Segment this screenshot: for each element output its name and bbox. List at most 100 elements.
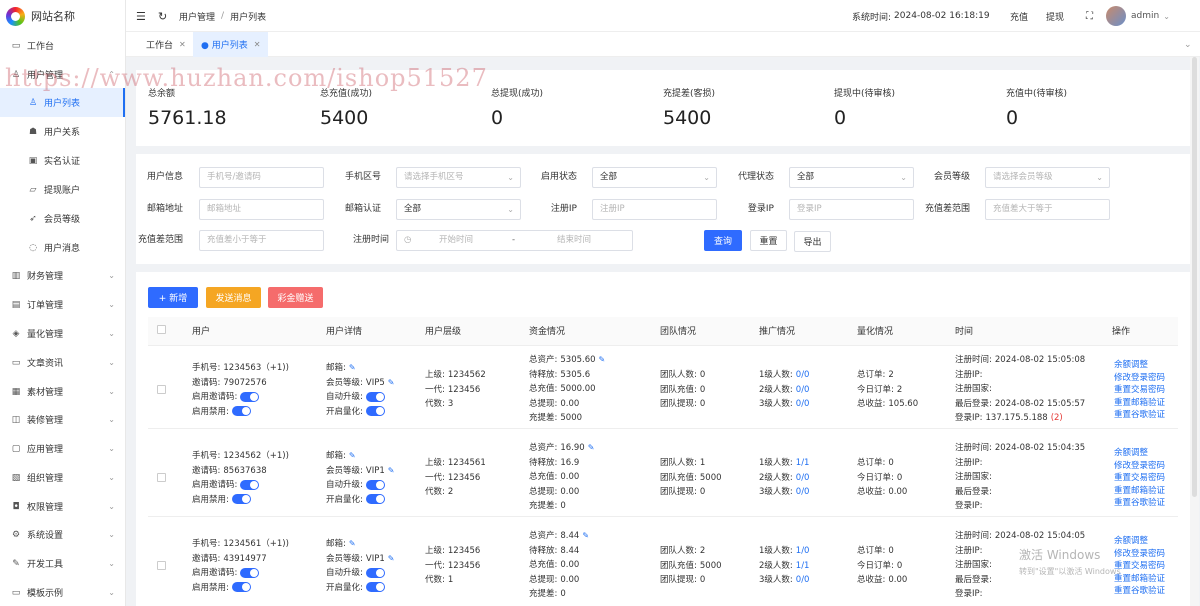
query-button[interactable]: 查询 (704, 230, 742, 251)
menu-fold-icon[interactable]: ☰ (136, 0, 146, 32)
filter-input[interactable]: 邮箱地址 (199, 199, 324, 220)
sidebar-item[interactable]: ▭ 工作台 (0, 31, 125, 60)
auto-upgrade-toggle[interactable] (365, 391, 385, 402)
edit-icon[interactable]: ✎ (388, 466, 395, 475)
fullscreen-icon[interactable]: ⛶ (1086, 0, 1093, 32)
op-link[interactable]: 重置邮箱验证 (1114, 485, 1165, 498)
field-value[interactable]: 0/0 (796, 385, 810, 395)
site-logo[interactable]: 网站名称 (0, 0, 125, 32)
sidebar-item[interactable]: ▦ 素材管理 ⌄ (0, 377, 125, 406)
close-icon[interactable]: ✕ (179, 40, 186, 49)
tab-workbench[interactable]: 工作台 ✕ (138, 32, 194, 57)
op-link[interactable]: 重置交易密码 (1114, 560, 1165, 573)
sidebar-item[interactable]: ✎ 开发工具 ⌄ (0, 549, 125, 578)
refresh-icon[interactable]: ↻ (158, 0, 167, 32)
field-value[interactable]: 0/0 (796, 487, 810, 497)
withdraw-link[interactable]: 提现 (1046, 0, 1064, 32)
sidebar-item[interactable]: ◈ 量化管理 ⌄ (0, 319, 125, 348)
ban-toggle[interactable] (231, 406, 251, 416)
field-value[interactable]: 0/0 (796, 370, 810, 380)
breadcrumb-root[interactable]: 用户管理 (179, 10, 215, 23)
sidebar-item[interactable]: ▱ 提现账户 (0, 175, 125, 204)
sidebar-item[interactable]: ▤ 订单管理 ⌄ (0, 290, 125, 319)
op-link[interactable]: 余额调整 (1114, 535, 1165, 548)
auto-upgrade-toggle[interactable] (365, 567, 385, 578)
field-value[interactable]: 1/1 (796, 561, 810, 571)
auto-upgrade-toggle[interactable] (365, 479, 385, 490)
row-checkbox[interactable] (157, 385, 166, 394)
op-link[interactable]: 修改登录密码 (1114, 372, 1165, 385)
filter-input[interactable]: 注册IP (592, 199, 717, 220)
op-link[interactable]: 重置邮箱验证 (1114, 397, 1165, 410)
edit-icon[interactable]: ✎ (588, 443, 595, 452)
field-value[interactable]: 1/0 (796, 546, 810, 556)
row-checkbox[interactable] (157, 473, 166, 482)
quant-toggle[interactable] (365, 582, 385, 592)
filter-input[interactable]: 手机号/邀请码 (199, 167, 324, 188)
field-value[interactable]: 1/1 (796, 458, 810, 468)
sidebar-item[interactable]: ▣ 实名认证 (0, 146, 125, 175)
sidebar-item[interactable]: ▧ 组织管理 ⌄ (0, 463, 125, 492)
ban-toggle[interactable] (231, 494, 251, 504)
recharge-link[interactable]: 充值 (1010, 0, 1028, 32)
invite-toggle[interactable] (240, 391, 260, 402)
add-button[interactable]: + 新增 (148, 287, 198, 308)
filter-input[interactable]: 登录IP (789, 199, 914, 220)
scrollbar-thumb[interactable] (1192, 57, 1197, 497)
sidebar-item[interactable]: ▭ 文章资讯 ⌄ (0, 348, 125, 377)
date-start[interactable]: 开始时间 (439, 231, 473, 250)
op-link[interactable]: 重置交易密码 (1114, 472, 1165, 485)
op-link[interactable]: 重置交易密码 (1114, 384, 1165, 397)
op-link[interactable]: 修改登录密码 (1114, 460, 1165, 473)
sidebar-item[interactable]: ◌ 用户消息 (0, 233, 125, 262)
row-checkbox[interactable] (157, 561, 166, 570)
op-link[interactable]: 重置谷歌验证 (1114, 409, 1165, 422)
filter-input[interactable]: 充值差小于等于 (199, 230, 324, 251)
filter-select[interactable]: 请选择会员等级 ⌄ (985, 167, 1110, 188)
edit-icon[interactable]: ✎ (349, 539, 356, 548)
sidebar-item[interactable]: ▥ 财务管理 ⌄ (0, 261, 125, 290)
edit-icon[interactable]: ✎ (599, 355, 606, 364)
field-value[interactable]: 0/0 (796, 575, 810, 585)
filter-select[interactable]: 请选择手机区号 ⌄ (396, 167, 521, 188)
op-link[interactable]: 重置谷歌验证 (1114, 585, 1165, 598)
sidebar-item[interactable]: ◫ 装修管理 ⌄ (0, 405, 125, 434)
op-link[interactable]: 余额调整 (1114, 359, 1165, 372)
sidebar-item[interactable]: ♙ 用户列表 (0, 88, 125, 117)
edit-icon[interactable]: ✎ (388, 554, 395, 563)
send-message-button[interactable]: 发送消息 (206, 287, 261, 308)
edit-icon[interactable]: ✎ (349, 363, 356, 372)
close-icon[interactable]: ✕ (254, 40, 261, 49)
op-link[interactable]: 重置邮箱验证 (1114, 573, 1165, 586)
filter-input[interactable]: 充值差大于等于 (985, 199, 1110, 220)
gift-bonus-button[interactable]: 彩金赠送 (268, 287, 323, 308)
filter-select[interactable]: 全部 ⌄ (789, 167, 914, 188)
tabs-dropdown-icon[interactable]: ⌄ (1176, 32, 1200, 57)
edit-icon[interactable]: ✎ (388, 378, 395, 387)
sidebar-item[interactable]: ➶ 会员等级 (0, 204, 125, 233)
invite-toggle[interactable] (240, 567, 260, 578)
op-link[interactable]: 重置谷歌验证 (1114, 497, 1165, 510)
reset-button[interactable]: 重置 (750, 230, 787, 251)
ban-toggle[interactable] (231, 582, 251, 592)
edit-icon[interactable]: ✎ (582, 531, 589, 540)
field-value[interactable]: 0/0 (796, 473, 810, 483)
quant-toggle[interactable] (365, 406, 385, 416)
field-value[interactable]: 0/0 (796, 399, 810, 409)
edit-icon[interactable]: ✎ (349, 451, 356, 460)
sidebar-item[interactable]: ⚙ 系统设置 ⌄ (0, 520, 125, 549)
op-link[interactable]: 修改登录密码 (1114, 548, 1165, 561)
op-link[interactable]: 余额调整 (1114, 447, 1165, 460)
date-range-picker[interactable]: ◷ 开始时间 - 结束时间 (396, 230, 633, 251)
user-menu[interactable]: admin ⌄ (1106, 0, 1170, 32)
export-button[interactable]: 导出 (794, 231, 831, 252)
date-end[interactable]: 结束时间 (557, 231, 591, 250)
select-all-checkbox[interactable] (157, 325, 166, 334)
sidebar-item[interactable]: ◘ 权限管理 ⌄ (0, 492, 125, 521)
invite-toggle[interactable] (240, 479, 260, 490)
filter-select[interactable]: 全部 ⌄ (396, 199, 521, 220)
filter-select[interactable]: 全部 ⌄ (592, 167, 717, 188)
quant-toggle[interactable] (365, 494, 385, 504)
tab-user-list[interactable]: ● 用户列表 ✕ (193, 32, 269, 57)
page-scrollbar[interactable] (1190, 57, 1199, 606)
